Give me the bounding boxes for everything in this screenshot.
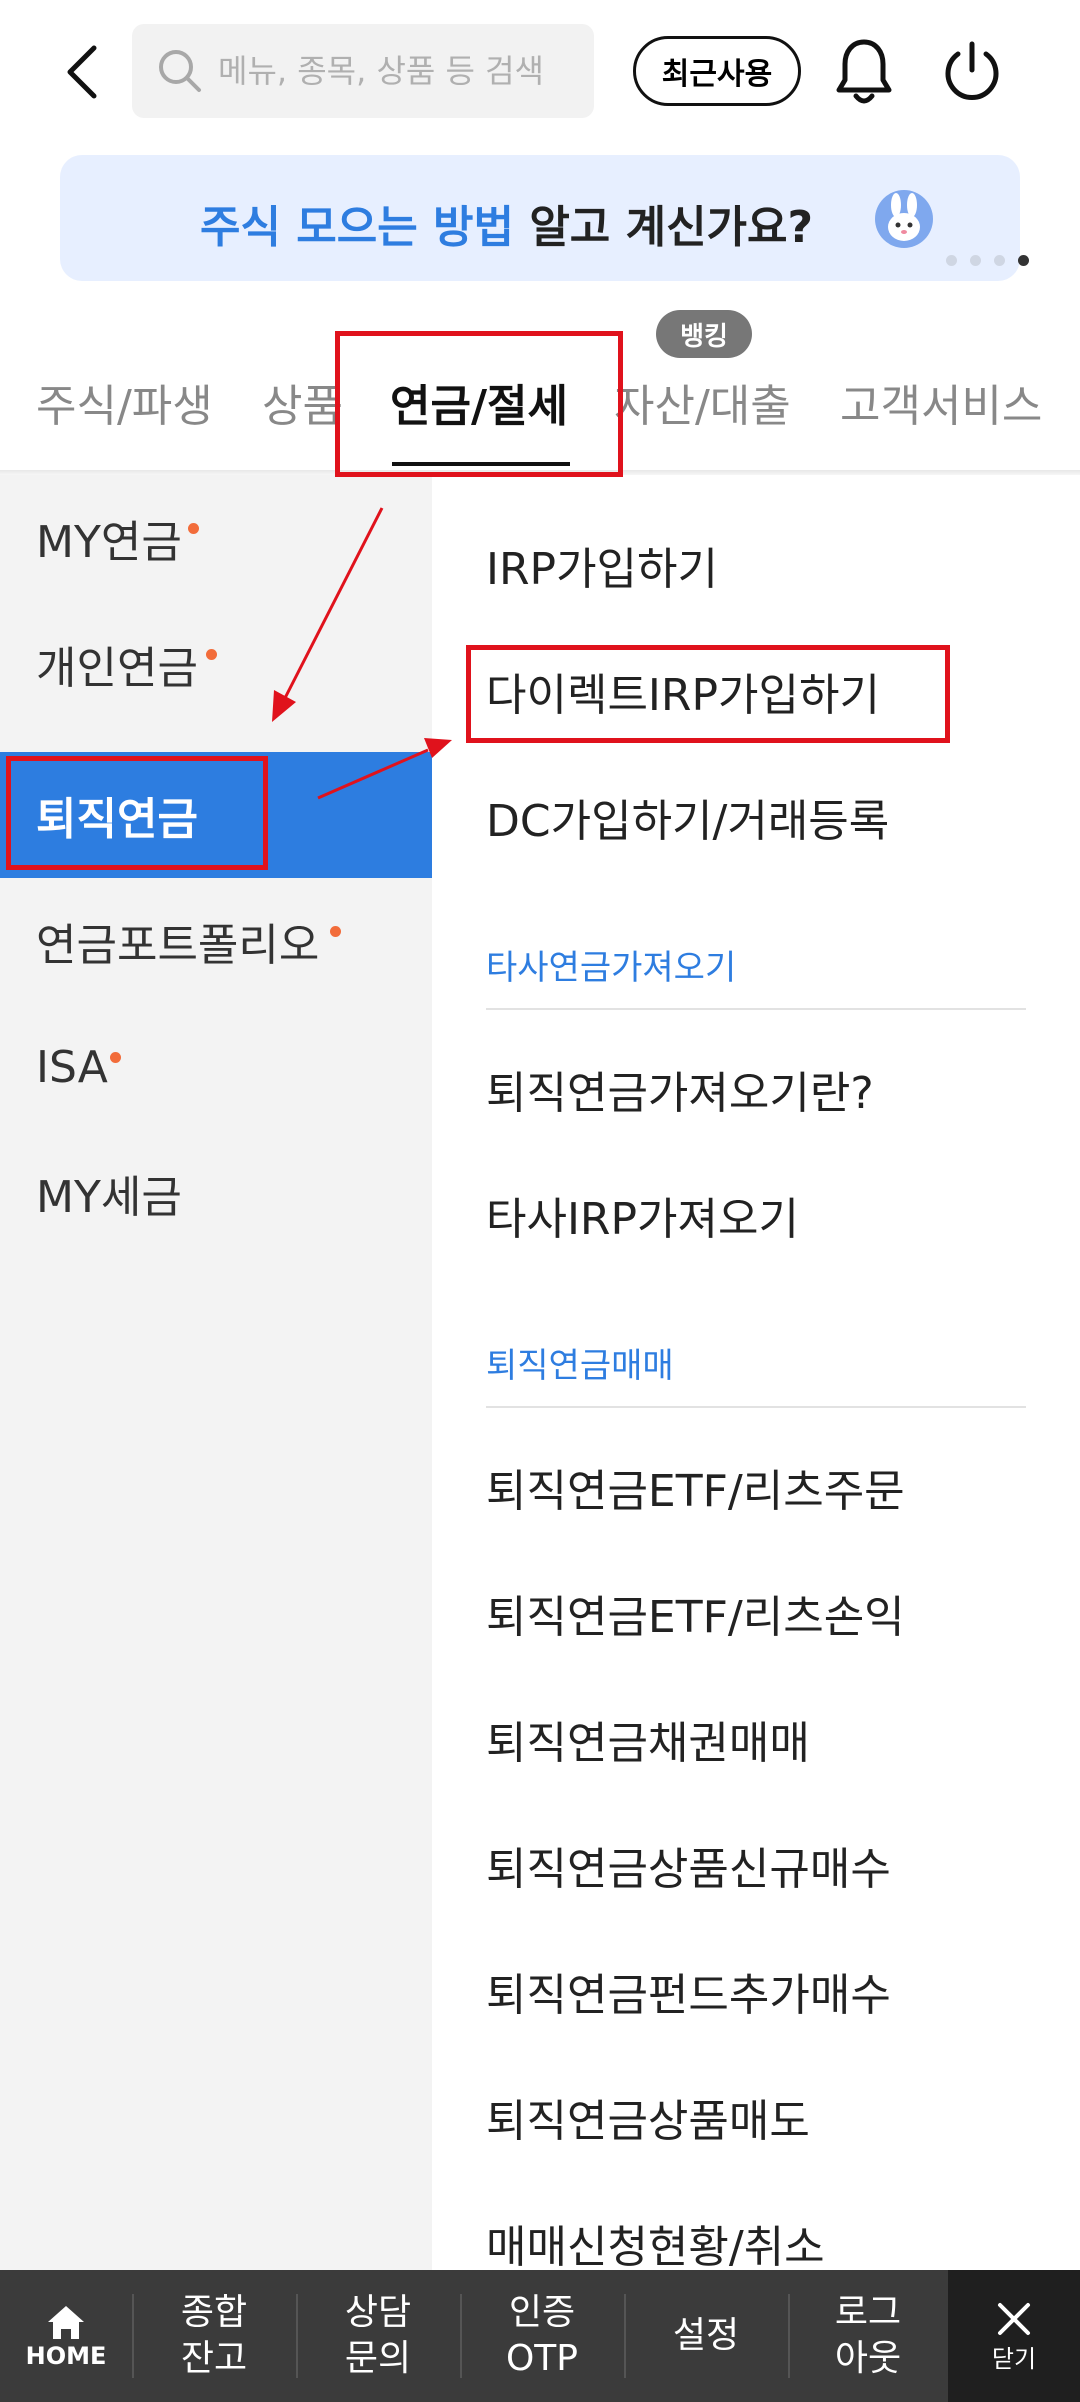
home-button[interactable]: HOME [0,2270,132,2402]
close-button[interactable]: 닫기 [948,2270,1080,2402]
bottom-nav-label: 설정 [672,2315,740,2356]
bottom-nav-label: 잔고 [180,2338,248,2379]
home-icon [48,2306,84,2339]
home-label: HOME [25,2342,107,2370]
close-icon [998,2302,1030,2335]
bottom-nav-label: 로그 [834,2292,902,2333]
bottom-nav-label: 문의 [344,2338,412,2379]
annotation-arrows [272,507,452,800]
otp-button[interactable]: 인증 OTP [462,2270,622,2402]
balance-button[interactable]: 종합 잔고 [134,2270,294,2402]
bottom-nav-label: OTP [505,2338,579,2379]
consultation-button[interactable]: 상담 문의 [298,2270,458,2402]
bottom-nav-label: 인증 [508,2292,576,2333]
bottom-nav: HOME 종합 잔고 상담 문의 인증 OTP 설정 로그 아웃 닫기 [0,2270,1080,2402]
logout-button[interactable]: 로그 아웃 [790,2270,946,2402]
settings-button[interactable]: 설정 [626,2270,786,2402]
bottom-nav-label: 상담 [344,2292,412,2333]
bottom-nav-label: 종합 [180,2292,248,2333]
close-label: 닫기 [991,2344,1037,2373]
bottom-nav-label: 아웃 [834,2338,902,2379]
